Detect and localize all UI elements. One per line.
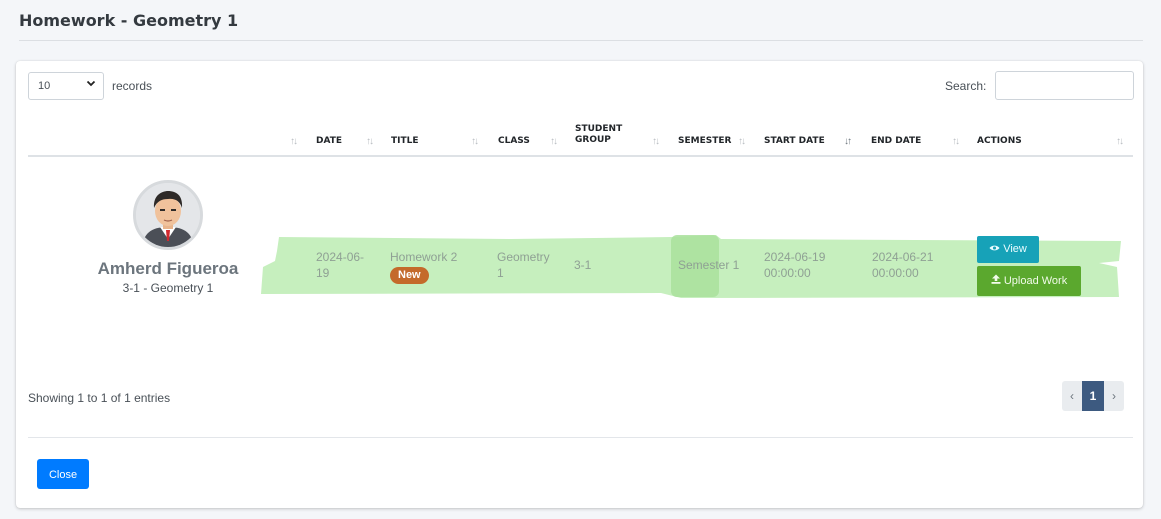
start-date-value: 2024-06-19 (764, 250, 826, 264)
pagination: ‹ 1 › (1062, 381, 1124, 411)
end-date-value: 2024-06-21 (872, 250, 934, 264)
date-line-1: 2024-06- (316, 250, 365, 264)
end-time-value: 00:00:00 (872, 266, 919, 280)
sort-icon[interactable]: ↓↑ (844, 136, 852, 147)
column-header-semester[interactable]: SEMESTER (678, 136, 731, 147)
view-label: View (1003, 243, 1027, 255)
column-header-date[interactable]: DATE (316, 136, 342, 147)
student-name: Amherd Figueroa (97, 259, 239, 278)
column-header-actions[interactable]: ACTIONS (977, 136, 1022, 147)
column-header-title[interactable]: TITLE (391, 136, 419, 147)
column-header-student-group[interactable]: STUDENT GROUP (575, 124, 622, 146)
sort-icon[interactable]: ↑↓ (290, 136, 298, 147)
class-line-1: Geometry (497, 250, 550, 264)
column-header-end-date[interactable]: END DATE (871, 136, 921, 147)
row-semester: Semester 1 (678, 258, 740, 272)
table-header-divider (28, 155, 1133, 157)
sort-icon[interactable]: ↑↓ (1116, 136, 1124, 147)
page-length-select[interactable]: 10 (28, 72, 104, 100)
close-button[interactable]: Close (37, 459, 89, 489)
new-badge: New (390, 267, 429, 284)
sort-icon[interactable]: ↑↓ (738, 136, 746, 147)
homework-card: 10 records Search: ↑↓ DATE ↑↓ TITLE ↑↓ C… (16, 61, 1143, 508)
upload-label: Upload Work (1003, 275, 1068, 287)
pagination-next[interactable]: › (1104, 381, 1124, 411)
start-time-value: 00:00:00 (764, 266, 811, 280)
upload-icon (991, 274, 1004, 287)
sort-icon[interactable]: ↑↓ (366, 136, 374, 147)
page-title: Homework - Geometry 1 (19, 11, 239, 30)
footer-divider (28, 437, 1133, 438)
page-length-value: 10 (38, 80, 51, 92)
row-class: Geometry 1 (497, 249, 550, 281)
row-end-date: 2024-06-21 00:00:00 (872, 249, 933, 281)
records-label: records (112, 79, 153, 93)
eye-icon (989, 243, 1003, 255)
upload-work-button[interactable]: Upload Work (977, 266, 1081, 296)
avatar (133, 180, 203, 250)
class-line-2: 1 (497, 266, 504, 280)
sort-icon[interactable]: ↑↓ (652, 136, 660, 147)
search-input[interactable] (995, 71, 1134, 100)
sort-icon[interactable]: ↑↓ (550, 136, 558, 147)
student-subtitle: 3-1 - Geometry 1 (122, 281, 214, 295)
row-title: Homework 2 (390, 250, 458, 264)
sort-icon[interactable]: ↑↓ (471, 136, 479, 147)
entries-info: Showing 1 to 1 of 1 entries (28, 391, 171, 405)
row-start-date: 2024-06-19 00:00:00 (764, 249, 825, 281)
column-header-start-date[interactable]: START DATE (764, 136, 825, 147)
date-line-2: 19 (316, 266, 330, 280)
column-header-class[interactable]: CLASS (498, 136, 530, 147)
view-button[interactable]: View (977, 236, 1039, 263)
sort-icon[interactable]: ↑↓ (952, 136, 960, 147)
row-student-group: 3-1 (574, 258, 592, 272)
pagination-page-1[interactable]: 1 (1082, 381, 1104, 411)
pagination-previous[interactable]: ‹ (1062, 381, 1082, 411)
title-divider (19, 40, 1143, 41)
row-date: 2024-06- 19 (316, 249, 364, 281)
chevron-down-icon (86, 78, 96, 91)
search-label: Search: (945, 79, 987, 93)
